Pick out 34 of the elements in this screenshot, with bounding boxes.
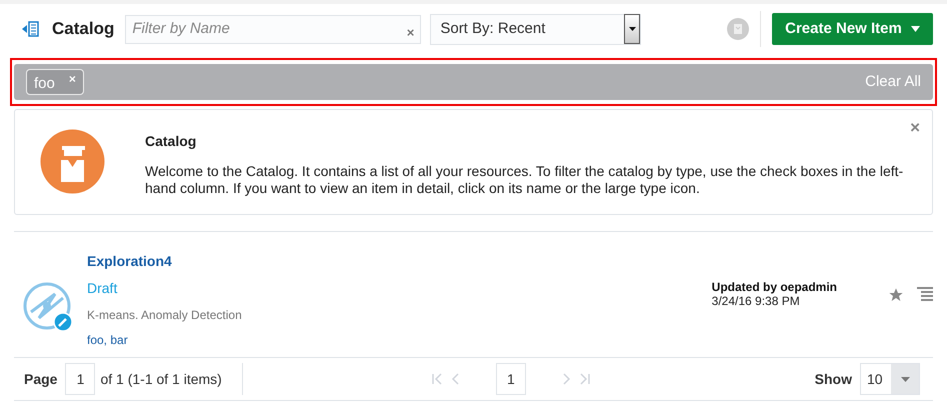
status-text: Draft	[87, 279, 118, 298]
updated-by-text: Updated by oepadmin	[712, 280, 837, 294]
box-icon[interactable]	[727, 18, 749, 40]
sort-dropdown[interactable]: Sort By: Recent	[430, 14, 642, 44]
updated-date: 3/24/16 9:38 PM	[712, 294, 801, 308]
description-text: K-means. Anomaly Detection	[87, 307, 242, 324]
next-page-icon[interactable]	[562, 373, 572, 385]
last-page-icon[interactable]	[580, 373, 590, 385]
create-new-item-button[interactable]: Create New Item	[772, 13, 933, 45]
caret-icon	[628, 27, 636, 31]
item-name-link[interactable]: Exploration4	[87, 251, 242, 272]
remove-button[interactable]: ×	[68, 70, 76, 88]
show-label: Show	[814, 370, 852, 388]
tags-link[interactable]: foo, bar	[87, 331, 242, 349]
current-page-field[interactable]: 1	[496, 363, 526, 395]
page-title: Catalog	[52, 18, 114, 40]
close-button[interactable]: ×	[910, 115, 920, 140]
clear-button[interactable]: ×	[406, 23, 414, 42]
page-label: Page	[24, 370, 58, 389]
page-info: of 1 (1-1 of 1 items)	[100, 370, 222, 389]
caret-icon	[910, 26, 920, 32]
caret-icon	[900, 376, 910, 382]
card-text: Welcome to the Catalog. It contains a list of all your resources. To filter the catalog by type, use the check boxes in the left-hand column. If you want to view an item in detail, click on its name or the large type icon.	[145, 163, 904, 197]
page-field[interactable]: 1	[65, 363, 96, 395]
menu-icon[interactable]	[917, 287, 933, 302]
filter-field[interactable]: Filter by Name ×	[125, 14, 422, 44]
show-dropdown[interactable]: 10	[860, 363, 920, 395]
graduate-icon	[40, 129, 105, 194]
previous-page-icon[interactable]	[450, 373, 460, 385]
card-title: Catalog	[145, 132, 198, 151]
catalog-icon[interactable]	[22, 21, 39, 37]
first-page-icon[interactable]	[432, 373, 442, 385]
star-icon[interactable]	[888, 287, 904, 303]
filter-chip[interactable]: foo ×	[26, 69, 84, 95]
